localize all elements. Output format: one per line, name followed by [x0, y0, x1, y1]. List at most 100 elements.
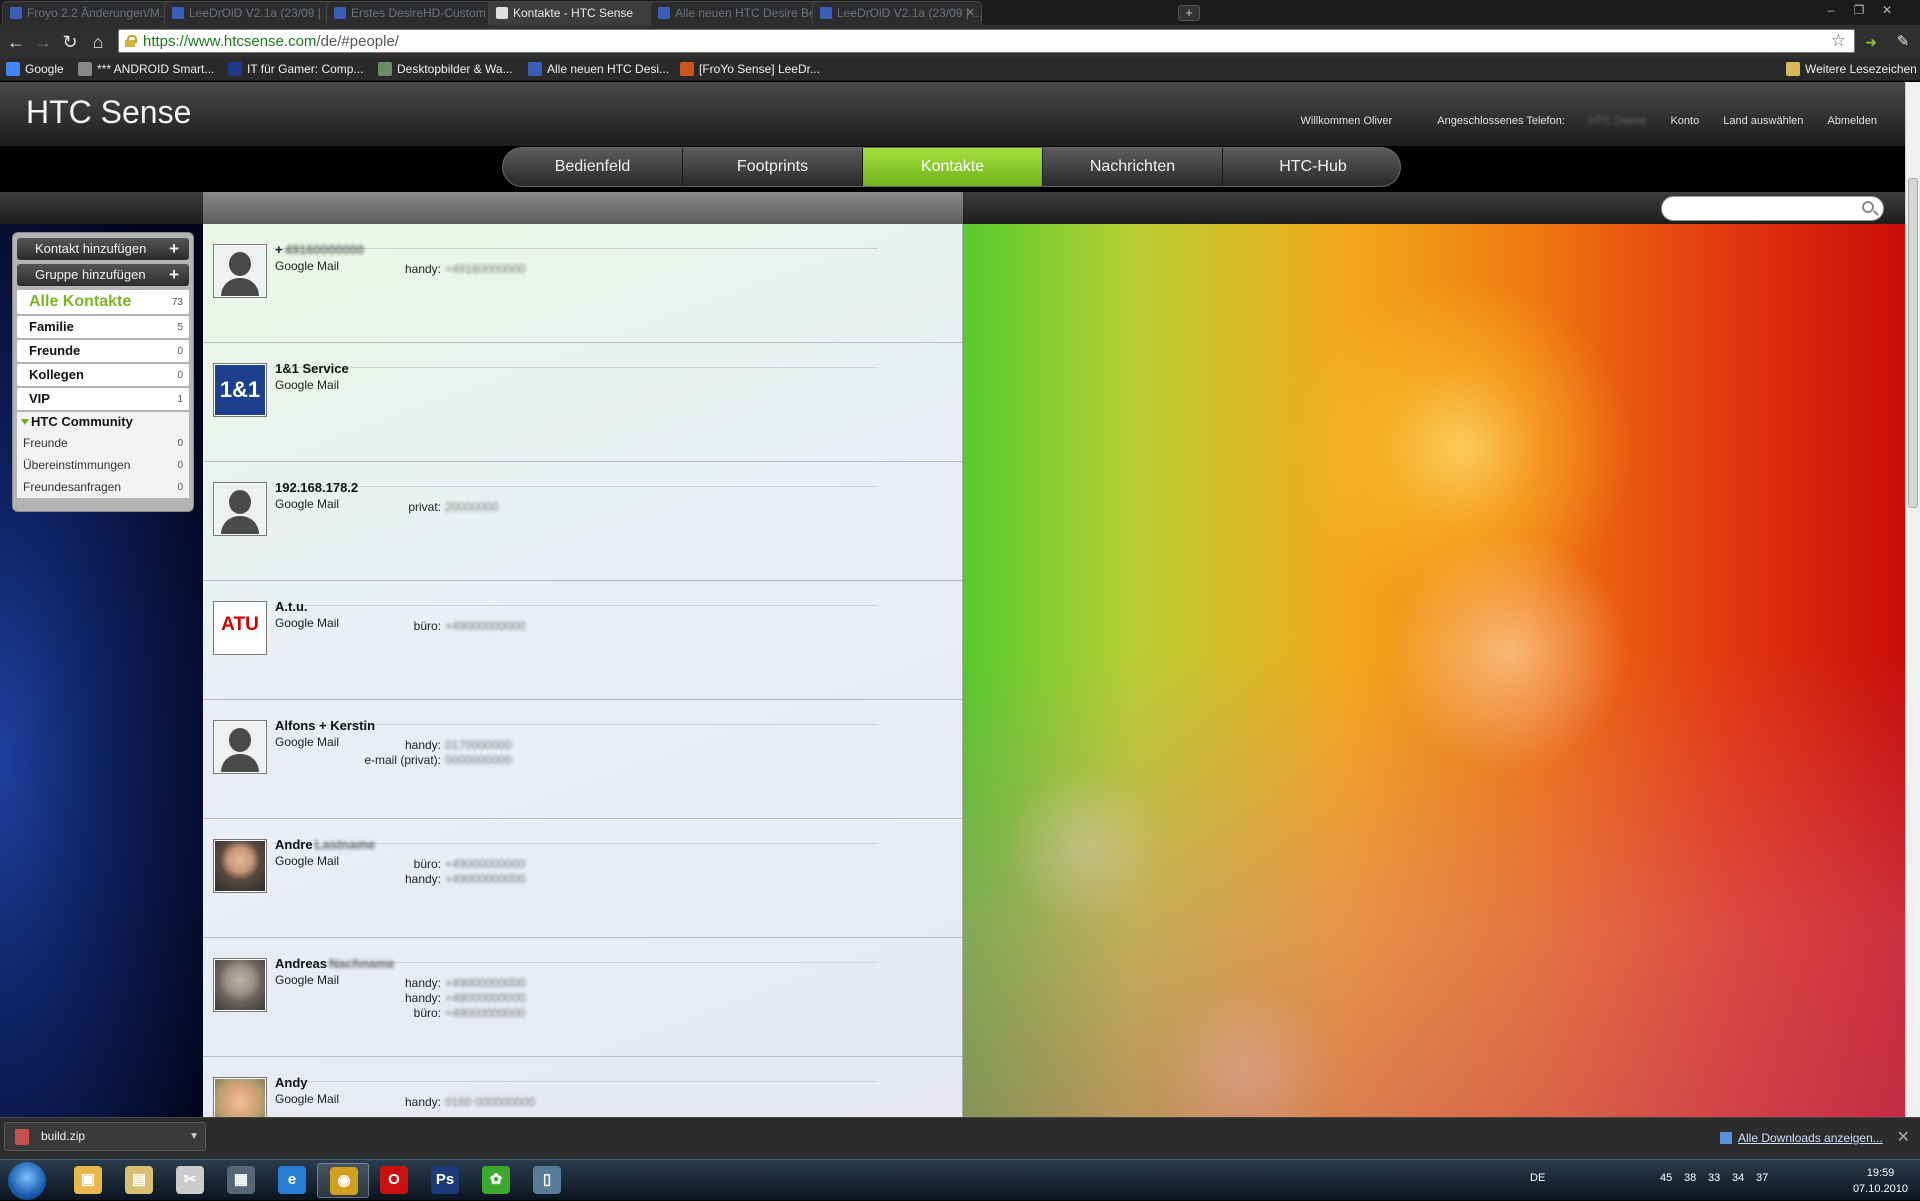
forum-icon	[528, 62, 542, 76]
contact-name[interactable]: Andre Lastname	[275, 837, 375, 852]
close-tab-icon[interactable]: ✕	[966, 2, 975, 24]
browser-tab-active[interactable]: Kontakte - HTC Sense✕	[488, 1, 676, 25]
site-logo[interactable]: HTC Sense	[26, 94, 191, 131]
favicon-icon	[658, 7, 670, 19]
contact-row[interactable]: Andreas Nachname Google Mail handy: +49000…	[203, 938, 962, 1057]
logout-link[interactable]: Abmelden	[1827, 115, 1877, 127]
minimize-icon[interactable]: –	[1820, 2, 1842, 18]
page-scrollbar[interactable]	[1905, 82, 1920, 1117]
show-all-downloads-link[interactable]: Alle Downloads anzeigen...	[1720, 1131, 1883, 1145]
forward-icon[interactable]: →	[32, 31, 54, 53]
language-indicator[interactable]: DE	[1530, 1172, 1545, 1184]
contact-row[interactable]: 1&1 1&1 Service Google Mail	[203, 343, 962, 462]
taskbar-icq-button[interactable]: ✿	[470, 1163, 522, 1198]
taskbar-ie-button[interactable]: e	[266, 1163, 318, 1198]
chevron-down-icon[interactable]: ▼	[189, 1123, 199, 1150]
group-freunde[interactable]: Freunde 0	[17, 340, 189, 362]
bookmark-item[interactable]: [FroYo Sense] LeeDr...	[680, 62, 820, 76]
bookmark-item[interactable]: IT für Gamer: Comp...	[228, 62, 363, 76]
taskbar-opera-button[interactable]: O	[368, 1163, 420, 1198]
contact-name[interactable]: Andy	[275, 1075, 308, 1090]
account-link[interactable]: Konto	[1670, 115, 1699, 127]
ie-icon: e	[278, 1166, 306, 1194]
group-familie[interactable]: Familie 5	[17, 316, 189, 338]
bookmark-item[interactable]: Google	[6, 62, 64, 76]
avatar	[213, 839, 267, 893]
tray-value: 37	[1756, 1172, 1769, 1184]
folder-icon: ▤	[125, 1166, 153, 1194]
url-text[interactable]: https://www.htcsense.com/de/#people/	[143, 33, 399, 50]
group-vip[interactable]: VIP 1	[17, 388, 189, 410]
other-bookmarks[interactable]: Weitere Lesezeichen	[1786, 62, 1917, 76]
contact-name[interactable]: +49160000000	[275, 242, 364, 257]
taskbar-desktop-button[interactable]: ▦	[215, 1163, 267, 1198]
choose-country-link[interactable]: Land auswählen	[1723, 115, 1803, 127]
browser-tab[interactable]: Erstes DesireHD-Custom ...✕	[326, 1, 514, 25]
divider	[273, 486, 878, 487]
address-bar[interactable]: https://www.htcsense.com/de/#people/ ☆	[118, 29, 1855, 53]
taskbar-photoshop-button[interactable]: Ps	[419, 1163, 471, 1198]
contact-name[interactable]: A.t.u.	[275, 599, 308, 614]
taskbar-chrome-button[interactable]: ◉	[317, 1163, 369, 1198]
account-links: Willkommen Oliver Angeschlossenes Telefo…	[1280, 115, 1877, 127]
tab-footprints[interactable]: Footprints	[683, 148, 863, 186]
wrench-icon[interactable]: ✎	[1892, 31, 1914, 53]
download-item[interactable]: build.zip ▼	[4, 1122, 206, 1151]
browser-tab[interactable]: LeeDrOiD V2.1a (23/09 | ...✕	[812, 1, 982, 25]
community-friend-requests[interactable]: Freundesanfragen 0	[17, 476, 189, 498]
bookmark-item[interactable]: Alle neuen HTC Desi...	[528, 62, 669, 76]
group-kollegen[interactable]: Kollegen 0	[17, 364, 189, 386]
add-contact-button[interactable]: Kontakt hinzufügen +	[17, 238, 189, 260]
icq-icon: ✿	[482, 1166, 510, 1194]
browser-tab[interactable]: Alle neuen HTC Desire Be...✕	[650, 1, 838, 25]
new-tab-button[interactable]: +	[1178, 5, 1200, 21]
reload-icon[interactable]: ↻	[59, 31, 81, 53]
contact-phones: handy: 0170000000 e-mail (privat): 0000000…	[343, 738, 583, 768]
add-group-button[interactable]: Gruppe hinzufügen +	[17, 264, 189, 286]
contact-row[interactable]: Alfons + Kerstin Google Mail handy: 01700…	[203, 700, 962, 819]
group-all-contacts[interactable]: Alle Kontakte 73	[17, 290, 189, 314]
home-icon[interactable]: ⌂	[87, 31, 109, 53]
search-icon[interactable]	[1862, 201, 1874, 213]
clock[interactable]: 19:59 07.10.2010	[1853, 1165, 1908, 1197]
contact-row[interactable]: ATU A.t.u. Google Mail büro: +49000000000	[203, 581, 962, 700]
htc-community-header[interactable]: HTC Community	[17, 412, 189, 432]
contact-phones: handy: 0160 000000000	[343, 1095, 583, 1110]
community-freunde[interactable]: Freunde 0	[17, 432, 189, 454]
close-window-icon[interactable]: ✕	[1876, 2, 1898, 18]
contact-name[interactable]: Alfons + Kerstin	[275, 718, 375, 733]
taskbar-phone-button[interactable]: ▯	[521, 1163, 573, 1198]
search-input[interactable]	[1661, 196, 1884, 221]
contact-row[interactable]: Andy Google Mail handy: 0160 000000000	[203, 1057, 962, 1117]
phone-row: büro: +49000000000	[413, 619, 526, 633]
tray-value: 45	[1660, 1172, 1673, 1184]
contact-name[interactable]: 192.168.178.2	[275, 480, 358, 495]
scrollbar-thumb[interactable]	[1908, 178, 1918, 508]
tab-nachrichten[interactable]: Nachrichten	[1043, 148, 1223, 186]
back-icon[interactable]: ←	[5, 31, 27, 53]
bookmark-item[interactable]: Desktopbilder & Wa...	[378, 62, 513, 76]
background-glow	[963, 652, 1905, 1117]
bookmark-star-icon[interactable]: ☆	[1831, 31, 1846, 51]
contact-name[interactable]: Andreas Nachname	[275, 956, 395, 971]
start-button[interactable]	[8, 1162, 46, 1200]
community-matches[interactable]: Übereinstimmungen 0	[17, 454, 189, 476]
tab-kontakte[interactable]: Kontakte	[863, 148, 1043, 186]
connected-phone: Angeschlossenes Telefon: HTC Desire	[1437, 115, 1647, 127]
go-icon[interactable]: ➜	[1860, 31, 1882, 53]
tab-bedienfeld[interactable]: Bedienfeld	[503, 148, 683, 186]
tab-htc-hub[interactable]: HTC-Hub	[1223, 148, 1400, 186]
close-icon[interactable]: ✕	[1897, 1127, 1910, 1147]
plus-icon: +	[169, 239, 179, 258]
contact-row[interactable]: Andre Lastname Google Mail büro: +49000000…	[203, 819, 962, 938]
restore-icon[interactable]: ❐	[1848, 2, 1870, 18]
taskbar-tools-button[interactable]: ✂	[164, 1163, 216, 1198]
contact-name[interactable]: 1&1 Service	[275, 361, 349, 376]
contact-row[interactable]: 192.168.178.2 Google Mail privat: 2000000…	[203, 462, 962, 581]
taskbar-folder-button[interactable]: ▤	[113, 1163, 165, 1198]
contact-row[interactable]: +49160000000 Google Mail handy: +49160000…	[203, 224, 962, 343]
browser-tab[interactable]: Froyo 2.2 Änderungen/M...✕	[2, 1, 190, 25]
bookmark-item[interactable]: *** ANDROID Smart...	[78, 62, 214, 76]
taskbar-explorer-button[interactable]: ▣	[62, 1163, 114, 1198]
browser-tab[interactable]: LeeDrOiD V2.1a (23/09 | ...✕	[164, 1, 352, 25]
